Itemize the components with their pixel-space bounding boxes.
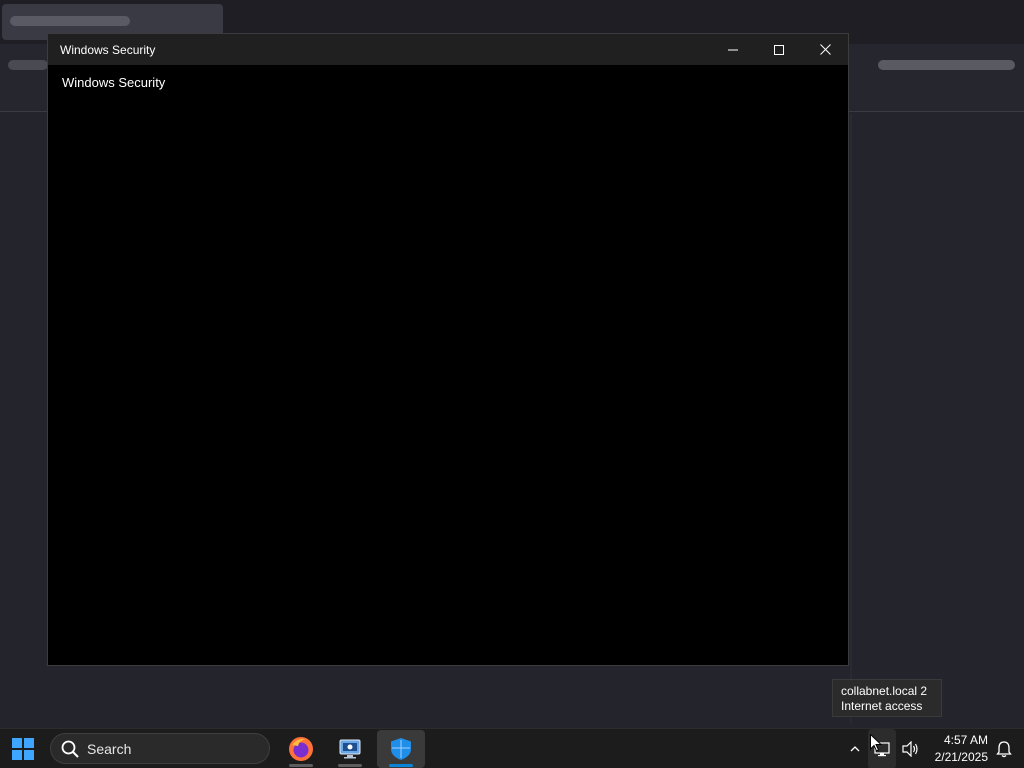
window-controls (710, 34, 848, 65)
search-icon (61, 740, 79, 758)
windows-security-window: Windows Security Windows Security (47, 33, 849, 666)
close-button[interactable] (802, 34, 848, 65)
bell-icon (996, 741, 1012, 758)
windows-security-shield-icon (391, 738, 411, 760)
taskbar-search[interactable]: Search (50, 733, 270, 764)
clock-time: 4:57 AM (943, 733, 988, 747)
firefox-icon (289, 737, 313, 761)
maximize-button[interactable] (756, 34, 802, 65)
taskbar-app-firefox[interactable] (277, 730, 325, 768)
app-active-indicator (389, 764, 413, 767)
show-hidden-icons-button[interactable] (846, 729, 864, 768)
mouse-cursor-icon (870, 734, 882, 752)
minimize-button[interactable] (710, 34, 756, 65)
start-button[interactable] (8, 735, 38, 763)
remote-desktop-icon (339, 739, 361, 759)
volume-icon (902, 741, 918, 757)
background-tab-placeholder (10, 16, 130, 26)
chevron-up-icon (850, 746, 860, 752)
taskbar-app-windows-security[interactable] (377, 730, 425, 768)
background-placeholder-right (878, 60, 1015, 70)
background-placeholder-left (8, 60, 48, 70)
tooltip-network-name: collabnet.local 2 (841, 684, 928, 698)
app-running-indicator (338, 764, 362, 767)
notifications-button[interactable] (992, 729, 1016, 768)
app-running-indicator (289, 764, 313, 767)
window-title: Windows Security (60, 42, 156, 57)
volume-tray-button[interactable] (899, 729, 923, 768)
content-title: Windows Security (62, 75, 166, 90)
windows-logo-icon (12, 738, 34, 760)
close-icon (819, 44, 831, 55)
taskbar-clock[interactable]: 4:57 AM 2/21/2025 (926, 732, 988, 766)
window-titlebar[interactable]: Windows Security (48, 34, 848, 65)
maximize-icon (774, 44, 784, 55)
minimize-icon (728, 49, 738, 50)
tooltip-network-status: Internet access (841, 699, 923, 713)
background-divider (850, 114, 852, 724)
clock-date: 2/21/2025 (934, 750, 988, 764)
taskbar-app-remote-desktop[interactable] (326, 730, 374, 768)
search-label: Search (87, 740, 132, 757)
network-tooltip: collabnet.local 2 Internet access (832, 679, 942, 717)
